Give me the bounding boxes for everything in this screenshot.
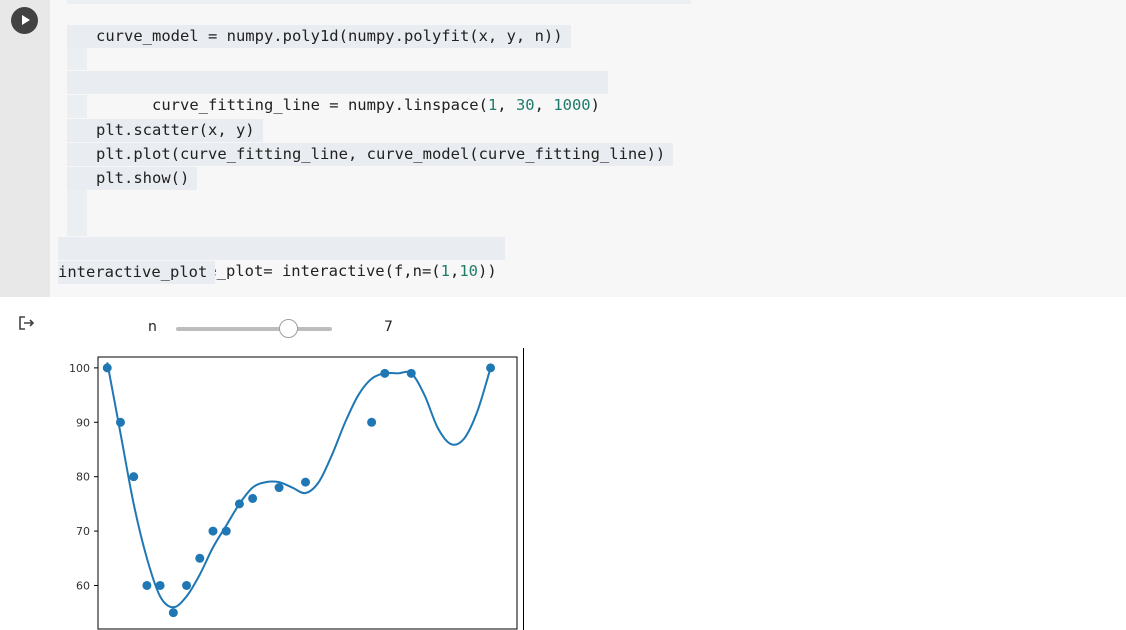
fit-line: [106, 362, 492, 609]
code-text: )): [477, 262, 497, 280]
code-highlight: [67, 190, 87, 236]
data-point: [102, 363, 112, 373]
code-highlight: [67, 95, 87, 118]
data-point: [195, 553, 205, 563]
data-point: [367, 417, 377, 427]
code-line: plt.show(): [67, 167, 198, 190]
output-redirect-icon[interactable]: [18, 315, 36, 331]
code-cell[interactable]: curve_model = numpy.poly1d(numpy.polyfit…: [0, 0, 1126, 297]
y-axis: 60 70 80 90 100: [69, 362, 98, 592]
cell-gutter: [0, 0, 50, 297]
slider-thumb[interactable]: [279, 319, 299, 338]
data-point: [486, 363, 496, 373]
code-highlight: [67, 0, 691, 4]
code-number: 30: [515, 96, 535, 114]
code-highlight: [67, 47, 87, 70]
code-line: interactive_plot: [58, 261, 216, 284]
data-point: [115, 417, 125, 427]
y-tick-label: 100: [69, 362, 90, 375]
data-point: [168, 608, 178, 618]
data-point: [208, 526, 218, 536]
data-point: [221, 526, 231, 536]
code-line: plt.scatter(x, y): [67, 119, 263, 142]
data-point: [182, 580, 192, 590]
data-point: [234, 499, 244, 509]
code-text: ): [590, 96, 600, 114]
y-tick-label: 90: [76, 416, 90, 429]
code-number: 1: [440, 262, 450, 280]
data-point: [142, 580, 152, 590]
data-point: [301, 477, 311, 487]
slider-track: [176, 327, 332, 331]
data-point: [274, 483, 284, 493]
data-point: [129, 472, 139, 482]
slider-value: 7: [384, 319, 393, 335]
code-line: curve_model = numpy.poly1d(numpy.polyfit…: [67, 25, 571, 48]
y-tick-label: 70: [76, 525, 90, 538]
code-line: interactive_plot= interactive(f,n=(1,10)…: [58, 237, 505, 280]
data-point: [248, 493, 258, 503]
scatter-plot: 60 70 80 90 100: [69, 356, 518, 630]
y-tick-label: 80: [76, 471, 90, 484]
code-number: 1: [487, 96, 498, 114]
code-number: 10: [459, 262, 478, 280]
play-circle-icon[interactable]: [11, 7, 38, 34]
n-slider[interactable]: [176, 318, 332, 340]
code-text: curve_fitting_line = numpy.linspace(: [152, 96, 488, 114]
slider-label: n: [148, 319, 157, 335]
data-point: [406, 368, 416, 378]
y-tick-label: 60: [76, 579, 90, 592]
code-line: plt.plot(curve_fitting_line, curve_model…: [67, 143, 674, 166]
data-point: [155, 580, 165, 590]
data-point: [380, 368, 390, 378]
code-line: curve_fitting_line = numpy.linspace(1, 3…: [67, 71, 608, 114]
code-number: 1000: [553, 96, 591, 114]
code-editor[interactable]: curve_model = numpy.poly1d(numpy.polyfit…: [58, 0, 1126, 297]
